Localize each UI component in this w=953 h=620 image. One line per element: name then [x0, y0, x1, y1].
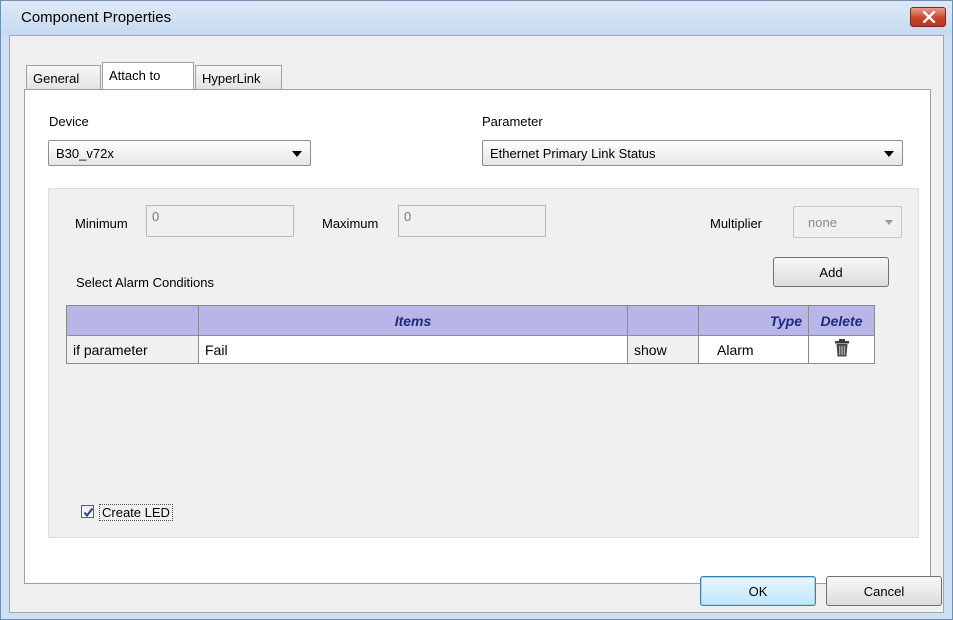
item-cell[interactable]: Fail [198, 335, 628, 364]
alarm-conditions-label: Select Alarm Conditions [76, 275, 215, 290]
column-header-condition [66, 305, 199, 336]
close-icon [922, 11, 936, 23]
action-cell[interactable]: show [627, 335, 699, 364]
device-label: Device [49, 114, 89, 129]
column-header-delete: Delete [808, 305, 875, 336]
tab-attach-to-label: Attach to [109, 68, 161, 83]
cancel-button[interactable]: Cancel [826, 576, 942, 606]
parameter-label: Parameter [482, 114, 543, 129]
trash-icon[interactable] [834, 339, 850, 357]
minimum-input[interactable]: 0 [146, 205, 294, 237]
device-select[interactable]: B30_v72x [48, 140, 311, 166]
table-header-row: Items Type Delete [66, 305, 875, 336]
chevron-down-icon [884, 151, 894, 157]
title-bar[interactable]: Component Properties [1, 1, 952, 35]
multiplier-label: Multiplier [710, 216, 763, 231]
tab-attach-to[interactable]: Attach to [102, 62, 194, 89]
close-button[interactable] [910, 7, 946, 27]
maximum-value: 0 [404, 209, 412, 224]
type-cell[interactable]: Alarm [698, 335, 809, 364]
tab-hyperlink[interactable]: HyperLink [195, 65, 282, 89]
device-value: B30_v72x [56, 146, 114, 161]
create-led-checkbox[interactable] [81, 505, 94, 518]
add-button[interactable]: Add [773, 257, 889, 287]
window-title: Component Properties [21, 9, 172, 26]
ok-button[interactable]: OK [700, 576, 816, 606]
tab-general-label: General [33, 71, 80, 86]
delete-cell[interactable] [808, 335, 875, 364]
parameter-value: Ethernet Primary Link Status [490, 146, 656, 161]
dialog-window: Component Properties General Attach to H… [0, 0, 953, 620]
tab-general[interactable]: General [26, 65, 101, 89]
column-header-action [627, 305, 699, 336]
chevron-down-icon [885, 220, 893, 225]
alarm-conditions-table: Items Type Delete if parameter Fail show… [66, 305, 875, 364]
minimum-value: 0 [152, 209, 160, 224]
create-led-label[interactable]: Create LED [99, 504, 173, 521]
maximum-label: Maximum [322, 216, 379, 231]
multiplier-select[interactable]: none [793, 206, 902, 238]
multiplier-value: none [808, 215, 837, 230]
checkmark-icon [83, 507, 94, 518]
column-header-type: Type [698, 305, 809, 336]
minimum-label: Minimum [75, 216, 128, 231]
parameter-select[interactable]: Ethernet Primary Link Status [482, 140, 903, 166]
column-header-items: Items [198, 305, 628, 336]
table-row[interactable]: if parameter Fail show Alarm [66, 335, 875, 364]
chevron-down-icon [292, 151, 302, 157]
maximum-input[interactable]: 0 [398, 205, 546, 237]
tab-hyperlink-label: HyperLink [202, 71, 261, 86]
condition-cell: if parameter [66, 335, 199, 364]
